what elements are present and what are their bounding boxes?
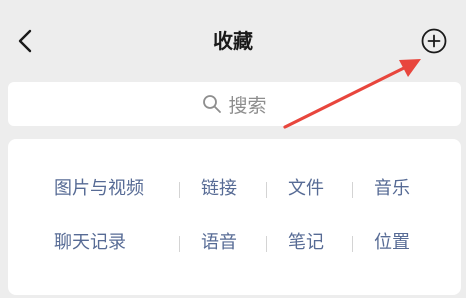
page-title: 收藏 [213,29,253,53]
separator [352,182,353,198]
category-location[interactable]: 位置 [374,228,410,258]
category-voice[interactable]: 语音 [201,228,237,258]
category-row: 聊天记录 语音 笔记 位置 [8,228,461,258]
separator [266,236,267,252]
search-placeholder: 搜索 [228,94,267,117]
category-row: 图片与视频 链接 文件 音乐 [8,174,461,204]
nav-bar: 收藏 [0,0,466,82]
category-card: 图片与视频 链接 文件 音乐 聊天记录 语音 笔记 位置 [8,139,461,295]
category-images-videos[interactable]: 图片与视频 [54,174,144,204]
favorites-screen: 收藏 搜索 图片与视频 链接 文件 音乐 聊天记录 语音 笔记 位置 [0,0,466,298]
category-chat-history[interactable]: 聊天记录 [54,228,126,258]
add-icon[interactable] [421,28,447,54]
search-icon [203,95,222,113]
separator [179,182,180,198]
separator [266,182,267,198]
search-bar[interactable]: 搜索 [8,82,461,126]
separator [179,236,180,252]
category-files[interactable]: 文件 [288,174,324,204]
category-notes[interactable]: 笔记 [288,228,324,258]
separator [352,236,353,252]
category-music[interactable]: 音乐 [374,174,410,204]
category-links[interactable]: 链接 [201,174,237,204]
